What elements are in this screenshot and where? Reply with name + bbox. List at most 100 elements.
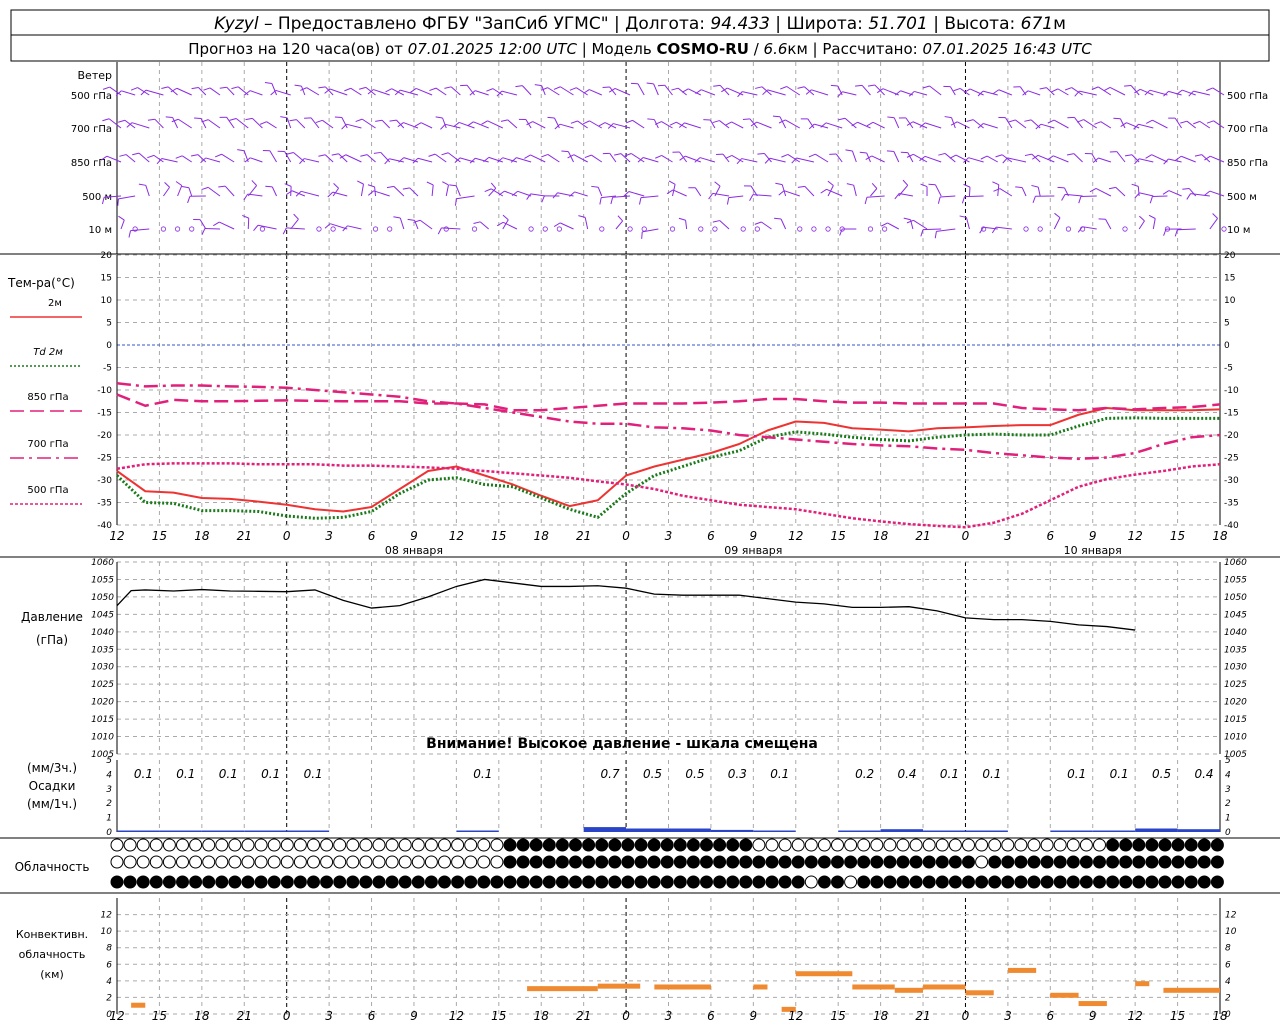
calm-circle: [175, 227, 179, 231]
wind-barb: [654, 84, 659, 95]
cloud-cover-circle: [452, 876, 464, 888]
header-line2: Прогноз на 120 часа(ов) от 07.01.2025 12…: [188, 40, 1092, 58]
wind-barb-feather: [838, 118, 845, 120]
cloud-cover-circle: [373, 856, 385, 868]
precipitation-panel: 554433221100(мм/3ч.)Осадки(мм/1ч.)0.10.1…: [0, 756, 1280, 838]
cloud-cover-circle: [242, 876, 254, 888]
wind-barb: [585, 217, 587, 229]
wind-barb-feather: [524, 155, 530, 159]
wind-barb: [250, 158, 262, 162]
wind-barb-feather: [945, 117, 952, 118]
cloud-cover-circle: [1198, 876, 1210, 888]
wind-barb-feather: [368, 191, 373, 196]
wind-barb: [727, 88, 743, 95]
wind-barb-feather: [161, 87, 168, 89]
wind-barb-feather: [427, 182, 433, 185]
calm-circle: [331, 227, 335, 231]
wind-barb: [940, 196, 955, 197]
cloud-cover-circle: [989, 839, 1001, 851]
time-tick-bottom: 9: [750, 1009, 758, 1023]
conv-bar: [852, 984, 894, 989]
wind-barb-feather: [1145, 90, 1150, 95]
wind-barb: [761, 222, 771, 229]
wind-barb-feather: [715, 182, 720, 186]
precip-value-label: 0.5: [643, 767, 662, 781]
wind-barb-feather: [779, 191, 784, 195]
day-label: 10 января: [1064, 544, 1122, 557]
conv-bar: [1008, 968, 1036, 973]
conv-bar: [598, 984, 640, 989]
cloud-cover-circle: [1133, 839, 1145, 851]
wind-barb: [729, 196, 743, 198]
cloud-cover-circle: [832, 839, 844, 851]
wind-barb-feather: [1024, 120, 1031, 121]
wind-barb: [548, 154, 560, 162]
wind-barb: [435, 154, 446, 162]
wind-barb-feather: [374, 152, 381, 153]
precip-bar: [711, 830, 753, 832]
wind-barb-feather: [182, 187, 189, 188]
wind-barb-feather: [246, 118, 253, 119]
wind-barb-feather: [442, 153, 449, 155]
cloud-cover-circle: [294, 839, 306, 851]
cloud-cover-circle: [111, 839, 123, 851]
cloud-cover-circle: [347, 856, 359, 868]
cloud-cover-circle: [1015, 856, 1027, 868]
cloud-cover-circle: [884, 876, 896, 888]
wind-barb: [287, 118, 290, 128]
calm-circle: [1123, 227, 1127, 231]
wind-barb-feather: [554, 223, 560, 227]
conv-title-3: (км): [40, 968, 64, 981]
wind-barb: [867, 196, 885, 197]
calm-circle: [543, 227, 547, 231]
wind-barb: [488, 121, 503, 128]
time-tick-bottom: 15: [152, 1009, 167, 1023]
cloud-cover-circle: [190, 876, 202, 888]
cloud-cover-circle: [124, 856, 136, 868]
wind-barb: [346, 155, 362, 162]
wind-barb-feather: [618, 216, 623, 221]
cloud-cover-circle: [1120, 839, 1132, 851]
precip-bar: [1093, 831, 1135, 833]
wind-barb-feather: [260, 122, 266, 125]
pressure-panel: 1060106010551055105010501045104510401040…: [21, 558, 1247, 760]
wind-barb-feather: [166, 117, 173, 118]
wind-barb-feather: [129, 231, 131, 238]
wind-barb: [700, 158, 715, 162]
wind-barb: [965, 196, 984, 197]
cloud-cover-circle: [714, 876, 726, 888]
pressure-tick-right: 1055: [1224, 575, 1247, 585]
conv-tick-left: 2: [106, 993, 112, 1003]
time-tick: 9: [750, 529, 758, 543]
cloud-cover-circle: [1107, 839, 1119, 851]
wind-barb-feather: [220, 87, 227, 88]
temp-tick-right: -20: [1224, 431, 1239, 441]
wind-barb: [346, 124, 361, 128]
precip-tick-right: 3: [1225, 785, 1231, 795]
temp-title: Тем-ра(°C): [7, 276, 75, 290]
cloud-cover-circle: [334, 856, 346, 868]
wind-barb: [805, 186, 814, 196]
time-tick-bottom: 12: [788, 1009, 803, 1023]
cloud-cover-circle: [543, 839, 555, 851]
cloud-cover-circle: [412, 876, 424, 888]
wind-barb: [502, 91, 517, 95]
wind-barb: [400, 218, 403, 229]
cloud-cover-circle: [1133, 856, 1145, 868]
cloud-cover-circle: [1094, 876, 1106, 888]
wind-barb-feather: [935, 231, 936, 238]
cloud-cover-circle: [150, 856, 162, 868]
wind-barb-feather: [148, 119, 155, 120]
cloud-cover-circle: [425, 839, 437, 851]
cloud-cover-circle: [504, 856, 516, 868]
wind-barb-feather: [773, 116, 780, 117]
cloud-cover-circle: [701, 856, 713, 868]
temp-tick-right: -25: [1224, 454, 1239, 464]
temp-legend-label: 700 гПа: [27, 439, 68, 450]
wind-barb: [373, 90, 389, 95]
time-tick-bottom: 18: [534, 1009, 550, 1023]
wind-barb-feather: [360, 155, 367, 157]
cloud-cover-circle: [910, 876, 922, 888]
wind-barb: [410, 188, 418, 196]
wind-barb-feather: [1052, 89, 1058, 92]
